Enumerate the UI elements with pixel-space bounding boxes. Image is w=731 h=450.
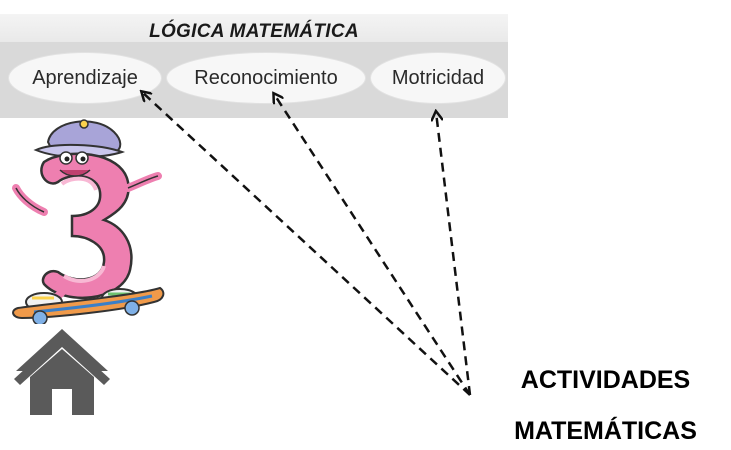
annotation-line-2: MATEMÁTICAS	[514, 417, 697, 445]
arrow-to-reconocimiento	[274, 94, 472, 396]
tab-aprendizaje[interactable]: Aprendizaje	[8, 52, 162, 104]
arm-left	[12, 184, 48, 216]
tab-bar: Aprendizaje Reconocimiento Motricidad	[0, 42, 508, 118]
cap-button	[79, 119, 89, 129]
annotation-line-1: ACTIVIDADES	[520, 366, 691, 394]
app-panel: LÓGICA MATEMÁTICA Aprendizaje Reconocimi…	[0, 0, 508, 122]
home-icon[interactable]	[12, 325, 112, 417]
tab-motricidad[interactable]: Motricidad	[370, 52, 506, 104]
screen: LÓGICA MATEMÁTICA Aprendizaje Reconocimi…	[0, 0, 731, 450]
number-three-character-illustration	[12, 119, 165, 324]
three-body	[40, 152, 133, 299]
arrow-to-aprendizaje	[142, 92, 471, 396]
three-highlight	[60, 176, 98, 191]
wheel-left	[32, 310, 48, 324]
wheel-right	[124, 300, 140, 316]
arrow-to-motricidad	[436, 112, 472, 396]
tab-reconocimiento[interactable]: Reconocimiento	[166, 52, 366, 104]
